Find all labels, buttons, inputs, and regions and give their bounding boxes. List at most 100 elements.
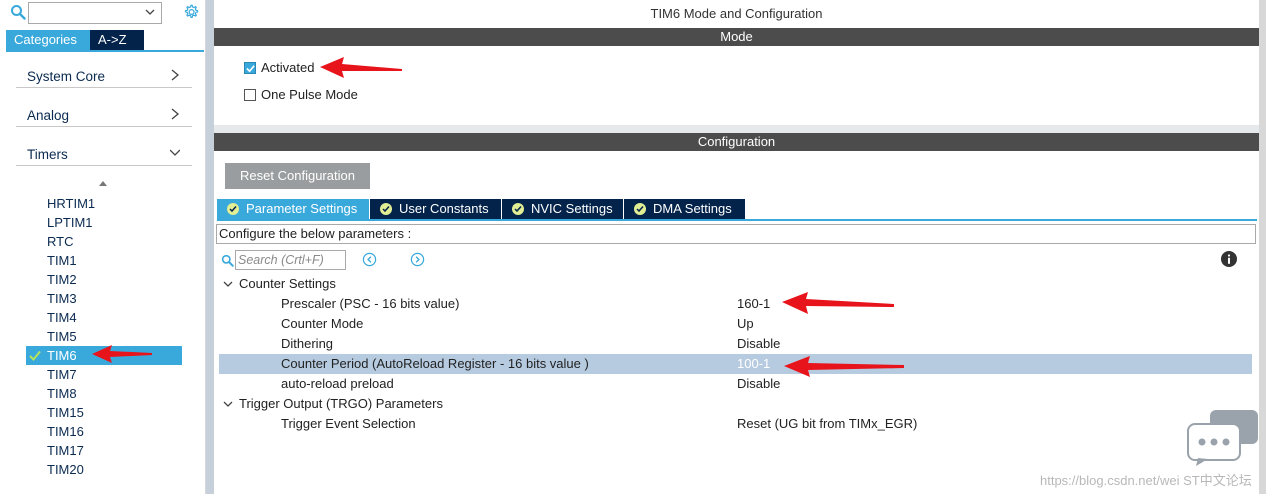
chevron-down-icon[interactable] xyxy=(223,399,233,409)
parameter-group[interactable]: Trigger Output (TRGO) Parameters xyxy=(219,394,1252,414)
reset-configuration-button[interactable]: Reset Configuration xyxy=(225,163,370,189)
parameter-row[interactable]: Trigger Event Selection Reset (UG bit fro… xyxy=(219,414,1252,434)
ip-search-combobox[interactable] xyxy=(28,2,162,24)
timer-item-label: TIM15 xyxy=(47,405,84,420)
parameter-tree: Counter Settings Prescaler (PSC - 16 bits… xyxy=(219,274,1252,434)
timer-item-label: TIM5 xyxy=(47,329,77,344)
timer-item-label: RTC xyxy=(47,234,74,249)
annotation-arrow-icon xyxy=(92,345,152,363)
tab-categories[interactable]: Categories xyxy=(6,30,90,50)
chevron-down-icon[interactable] xyxy=(223,279,233,289)
next-match-icon[interactable] xyxy=(410,252,425,267)
chat-bubbles-icon xyxy=(1187,410,1258,466)
configuration-header: Configuration xyxy=(214,133,1259,151)
timer-item-label: TIM7 xyxy=(47,367,77,382)
check-circle-icon xyxy=(512,203,524,215)
category-label: Timers xyxy=(27,147,68,162)
gear-icon[interactable] xyxy=(182,3,200,21)
parameter-value[interactable]: Disable xyxy=(737,374,780,394)
parameter-value[interactable]: Disable xyxy=(737,334,780,354)
timer-item-tim3[interactable]: TIM3 xyxy=(26,289,186,308)
parameter-row[interactable]: Dithering Disable xyxy=(219,334,1252,354)
parameter-name: Prescaler (PSC - 16 bits value) xyxy=(281,296,460,311)
search-icon xyxy=(221,254,234,267)
timer-item-label: TIM3 xyxy=(47,291,77,306)
category-system-core[interactable]: System Core xyxy=(16,60,192,88)
annotation-arrow-icon xyxy=(782,292,894,314)
timer-item-tim15[interactable]: TIM15 xyxy=(26,403,186,422)
tab-label: DMA Settings xyxy=(653,201,732,216)
chevron-down-icon[interactable] xyxy=(145,7,155,17)
timer-item-hrtim1[interactable]: HRTIM1 xyxy=(26,194,186,213)
panel-title: TIM6 Mode and Configuration xyxy=(650,6,823,21)
parameter-name: Dithering xyxy=(281,336,334,351)
parameter-row[interactable]: Counter Period (AutoReload Register - 16… xyxy=(219,354,1252,374)
vertical-scrollbar[interactable] xyxy=(1259,0,1266,494)
timer-item-tim20[interactable]: TIM20 xyxy=(26,460,186,479)
check-circle-icon xyxy=(634,203,646,215)
timer-item-label: TIM6 xyxy=(47,348,77,363)
timer-item-tim7[interactable]: TIM7 xyxy=(26,365,186,384)
timer-item-lptim1[interactable]: LPTIM1 xyxy=(26,213,186,232)
parameter-row[interactable]: Counter Mode Up xyxy=(219,314,1252,334)
configuration-tabs: Parameter Settings User Constants NVIC S… xyxy=(217,199,1257,221)
parameter-value[interactable]: 160-1 xyxy=(737,294,770,314)
search-icon[interactable] xyxy=(10,4,26,20)
parameter-group-name: Trigger Output (TRGO) Parameters xyxy=(239,396,443,411)
chevron-right-icon xyxy=(171,69,180,81)
category-label: System Core xyxy=(27,69,106,84)
checkmark-icon xyxy=(246,65,255,73)
parameter-value[interactable]: 100-1 xyxy=(737,354,770,374)
tab-parameter-settings[interactable]: Parameter Settings xyxy=(217,199,369,219)
tab-user-constants[interactable]: User Constants xyxy=(370,199,501,219)
tab-label: User Constants xyxy=(399,201,489,216)
one-pulse-mode-checkbox[interactable]: One Pulse Mode xyxy=(244,87,384,103)
parameter-name: auto-reload preload xyxy=(281,376,394,391)
check-circle-icon xyxy=(380,203,392,215)
timer-item-tim2[interactable]: TIM2 xyxy=(26,270,186,289)
parameter-name: Trigger Event Selection xyxy=(281,416,416,431)
panel-splitter[interactable] xyxy=(206,0,214,494)
previous-match-icon[interactable] xyxy=(362,252,377,267)
scroll-up-icon[interactable] xyxy=(98,179,108,189)
timer-item-rtc[interactable]: RTC xyxy=(26,232,186,251)
parameter-value[interactable]: Up xyxy=(737,314,754,334)
parameter-row[interactable]: Prescaler (PSC - 16 bits value) 160-1 xyxy=(219,294,1252,314)
timer-item-label: TIM17 xyxy=(47,443,84,458)
chevron-down-icon xyxy=(170,149,180,156)
mode-header: Mode xyxy=(214,28,1259,46)
parameter-group-name: Counter Settings xyxy=(239,276,336,291)
info-icon[interactable] xyxy=(1221,251,1237,267)
ip-search-row xyxy=(8,2,204,24)
category-timers[interactable]: Timers xyxy=(16,138,192,166)
left-panel: Categories A->Z System Core Analog Timer… xyxy=(0,0,206,494)
parameter-group[interactable]: Counter Settings xyxy=(219,274,1252,294)
timer-item-label: HRTIM1 xyxy=(47,196,96,211)
timer-item-tim1[interactable]: TIM1 xyxy=(26,251,186,270)
timer-item-tim8[interactable]: TIM8 xyxy=(26,384,186,403)
timer-item-tim16[interactable]: TIM16 xyxy=(26,422,186,441)
checkbox-box[interactable] xyxy=(244,62,256,74)
tab-dma-settings[interactable]: DMA Settings xyxy=(624,199,745,219)
tab-a-z[interactable]: A->Z xyxy=(90,30,144,50)
tab-nvic-settings[interactable]: NVIC Settings xyxy=(502,199,623,219)
timer-item-label: TIM8 xyxy=(47,386,77,401)
timer-item-tim17[interactable]: TIM17 xyxy=(26,441,186,460)
watermark: https://blog.csdn.net/wei ST中文论坛 xyxy=(1040,473,1252,488)
parameter-name: Counter Period (AutoReload Register - 16… xyxy=(281,356,589,371)
timer-item-label: LPTIM1 xyxy=(47,215,93,230)
section-separator xyxy=(214,125,1259,133)
one-pulse-mode-label: One Pulse Mode xyxy=(261,87,358,102)
timer-item-tim4[interactable]: TIM4 xyxy=(26,308,186,327)
timer-item-label: TIM1 xyxy=(47,253,77,268)
checkbox-box[interactable] xyxy=(244,89,256,101)
timer-item-label: TIM2 xyxy=(47,272,77,287)
check-icon xyxy=(29,350,41,361)
check-circle-icon xyxy=(227,203,239,215)
parameter-value[interactable]: Reset (UG bit from TIMx_EGR) xyxy=(737,414,917,434)
annotation-arrow-icon xyxy=(320,57,402,78)
parameter-search-input[interactable] xyxy=(235,250,346,270)
parameter-row[interactable]: auto-reload preload Disable xyxy=(219,374,1252,394)
activated-label: Activated xyxy=(261,60,315,75)
category-analog[interactable]: Analog xyxy=(16,99,192,127)
